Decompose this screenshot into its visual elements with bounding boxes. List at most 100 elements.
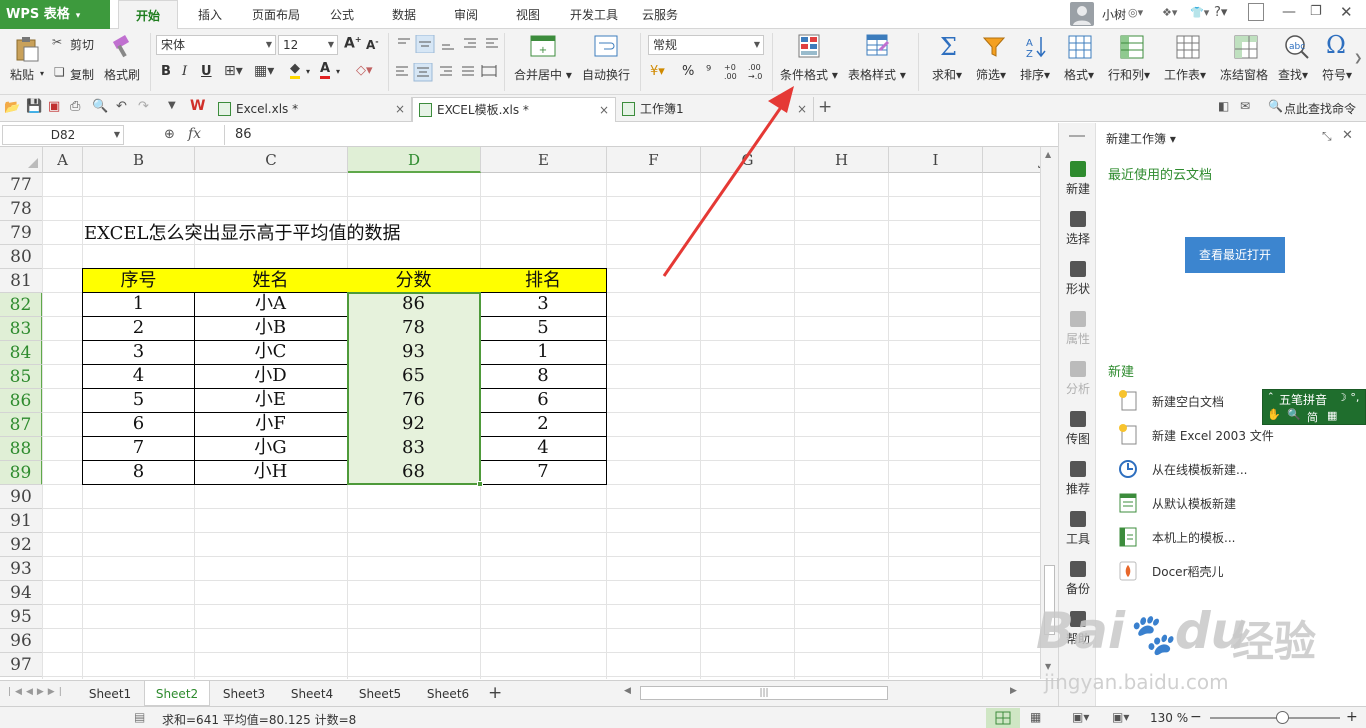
ime-hand-icon[interactable]: ✋ xyxy=(1267,408,1281,421)
insert-function-button[interactable]: fx xyxy=(188,126,201,142)
conditional-format-button[interactable]: 条件格式 ▾ xyxy=(780,66,838,83)
font-size-select[interactable]: 12 ▼ xyxy=(278,35,338,55)
page-break-view-icon[interactable]: ▦ xyxy=(1030,710,1041,724)
freeze-panes-button[interactable]: 冻结窗格 xyxy=(1220,66,1268,83)
zoom-in-button[interactable]: + xyxy=(1346,709,1358,725)
table-cell[interactable]: 2 xyxy=(82,316,195,341)
sort-button[interactable]: 排序▾ xyxy=(1020,66,1050,83)
table-cell[interactable]: 7 xyxy=(82,436,195,461)
row-header[interactable]: 93 xyxy=(0,557,43,581)
ribbon-scroll-icon[interactable]: ❯ xyxy=(1354,53,1364,73)
select-all-corner[interactable] xyxy=(0,147,43,173)
row-col-button[interactable]: 行和列▾ xyxy=(1108,66,1150,83)
bold-button[interactable]: B xyxy=(161,64,171,79)
layout-view-icon[interactable]: ▣▾ xyxy=(1072,710,1089,724)
normal-view-button[interactable] xyxy=(986,708,1020,728)
ime-moon-icon[interactable]: ☽ °, xyxy=(1337,391,1359,404)
table-cell[interactable]: 8 xyxy=(82,460,195,485)
column-header-i[interactable]: I xyxy=(889,147,983,173)
table-cell[interactable]: 1 xyxy=(480,340,607,365)
table-cell[interactable]: 小E xyxy=(194,388,348,413)
column-header-g[interactable]: G xyxy=(701,147,795,173)
sheet-tab-2[interactable]: Sheet2 xyxy=(144,681,210,706)
skin-icon[interactable]: ❖▾ xyxy=(1162,6,1177,19)
hscroll-right-icon[interactable]: ▶ xyxy=(1010,686,1017,696)
close-tab-icon[interactable]: × xyxy=(599,98,609,122)
table-cell[interactable]: 小B xyxy=(194,316,348,341)
doc-tab-workbook1[interactable]: 工作簿1 × xyxy=(616,97,814,122)
sheet-nav-icon[interactable]: |◀◀▶▶| xyxy=(8,687,66,697)
table-cell[interactable]: 3 xyxy=(480,292,607,317)
sum-button[interactable]: 求和▾ xyxy=(932,66,962,83)
table-style-button[interactable]: 表格样式 ▾ xyxy=(848,66,906,83)
table-cell[interactable]: 6 xyxy=(82,412,195,437)
online-template-link[interactable]: 从在线模板新建... xyxy=(1152,461,1247,478)
table-cell[interactable]: 3 xyxy=(82,340,195,365)
column-header-e[interactable]: E xyxy=(481,147,607,173)
menu-tab-view[interactable]: 视图 xyxy=(504,0,552,29)
percent-button[interactable]: % xyxy=(682,64,694,79)
menu-tab-developer[interactable]: 开发工具 xyxy=(562,0,626,29)
print-icon[interactable]: ⎙ xyxy=(70,99,80,114)
table-cell[interactable]: 7 xyxy=(480,460,607,485)
help-icon[interactable]: ?▾ xyxy=(1214,5,1227,20)
menu-tab-cloud[interactable]: 云服务 xyxy=(636,0,684,29)
wrap-text-button[interactable]: 自动换行 xyxy=(582,66,630,83)
table-cell[interactable]: 2 xyxy=(480,412,607,437)
sheet-tab-4[interactable]: Sheet4 xyxy=(278,681,346,706)
font-color-icon[interactable]: A xyxy=(320,62,331,79)
zoom-search-icon[interactable]: ⊕ xyxy=(164,127,175,142)
menu-tab-home[interactable]: 开始 xyxy=(118,0,178,30)
export-pdf-icon[interactable]: ▣ xyxy=(48,99,60,114)
default-template-link[interactable]: 从默认模板新建 xyxy=(1152,495,1236,512)
row-header[interactable]: 83 xyxy=(0,317,43,341)
formula-input[interactable]: 86 xyxy=(224,125,1054,145)
table-cell[interactable]: 1 xyxy=(82,292,195,317)
command-search[interactable]: 点此查找命令 xyxy=(1284,100,1356,117)
paste-dropdown-icon[interactable]: ▾ xyxy=(40,69,44,78)
column-header-d[interactable]: D xyxy=(348,147,481,173)
row-header[interactable]: 87 xyxy=(0,413,43,437)
ime-search-icon[interactable]: 🔍 xyxy=(1287,408,1301,421)
sheet-tab-5[interactable]: Sheet5 xyxy=(346,681,414,706)
fill-handle[interactable] xyxy=(477,481,483,487)
symbol-button[interactable]: 符号▾ xyxy=(1322,66,1352,83)
close-icon[interactable]: ✕ xyxy=(1340,3,1353,21)
ime-simplified[interactable]: 简 xyxy=(1307,409,1318,425)
row-header[interactable]: 88 xyxy=(0,437,43,461)
table-cell[interactable]: 92 xyxy=(347,412,481,437)
menu-tab-formula[interactable]: 公式 xyxy=(318,0,366,29)
pane-strip-new[interactable]: 新建 xyxy=(1059,161,1097,197)
table-cell[interactable]: 8 xyxy=(480,364,607,389)
border-icon[interactable]: ⊞▾ xyxy=(224,63,243,79)
restore-window-icon[interactable] xyxy=(1248,3,1264,21)
table-cell[interactable]: 4 xyxy=(480,436,607,461)
table-cell[interactable]: 小H xyxy=(194,460,348,485)
menu-tab-review[interactable]: 审阅 xyxy=(442,0,490,29)
format-painter-button[interactable]: 格式刷 xyxy=(104,66,140,83)
scroll-up-icon[interactable]: ▲ xyxy=(1045,150,1051,159)
undo-icon[interactable]: ↶ xyxy=(116,99,127,114)
table-cell[interactable]: 76 xyxy=(347,388,481,413)
row-header[interactable]: 85 xyxy=(0,365,43,389)
sheet-title-cell[interactable]: EXCEL怎么突出显示高于平均值的数据 xyxy=(84,221,401,245)
menu-tab-insert[interactable]: 插入 xyxy=(186,0,234,29)
merge-center-button[interactable]: 合并居中 ▾ xyxy=(514,66,572,83)
pane-strip-analysis[interactable]: 分析 xyxy=(1059,361,1097,397)
table-cell[interactable]: 小G xyxy=(194,436,348,461)
table-cell[interactable]: 93 xyxy=(347,340,481,365)
column-header-b[interactable]: B xyxy=(83,147,195,173)
zoom-slider-thumb[interactable] xyxy=(1276,711,1289,724)
ime-mode[interactable]: 五笔拼音 xyxy=(1279,391,1327,408)
row-header[interactable]: 77 xyxy=(0,173,43,197)
table-cell[interactable]: 小F xyxy=(194,412,348,437)
print-preview-icon[interactable]: 🔍 xyxy=(92,99,108,114)
font-grow-icon[interactable]: A+ xyxy=(344,35,362,52)
name-box[interactable]: D82 ▼ xyxy=(2,125,124,145)
message-icon[interactable]: ✉ xyxy=(1240,99,1250,113)
shirt-icon[interactable]: 👕▾ xyxy=(1190,6,1209,19)
table-cell[interactable]: 83 xyxy=(347,436,481,461)
header-cell-rank[interactable]: 排名 xyxy=(480,268,607,293)
maximize-icon[interactable]: ❐ xyxy=(1310,4,1322,19)
row-header[interactable]: 86 xyxy=(0,389,43,413)
